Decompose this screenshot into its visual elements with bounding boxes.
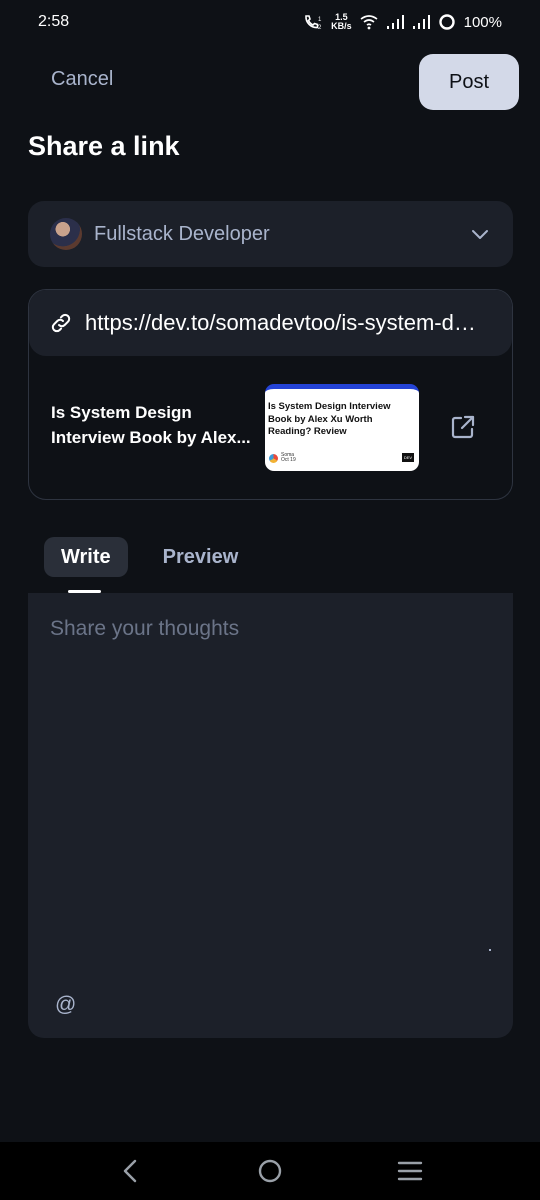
- nav-back-button[interactable]: [110, 1151, 150, 1191]
- link-preview-title: Is System Design Interview Book by Alex.…: [51, 403, 251, 447]
- signal-icon: [386, 15, 404, 29]
- svg-text:1: 1: [318, 17, 322, 23]
- dev-logo: DEV: [402, 453, 414, 462]
- mention-button[interactable]: @: [55, 993, 76, 1017]
- thumbnail-date: Oct 19: [281, 457, 296, 463]
- net-speed-unit: KB/s: [331, 21, 352, 31]
- url-input[interactable]: [85, 310, 485, 336]
- wifi-icon: [360, 15, 378, 30]
- link-icon: [51, 313, 71, 333]
- cancel-button[interactable]: Cancel: [51, 68, 113, 91]
- thoughts-textarea[interactable]: [50, 617, 490, 957]
- external-link-icon[interactable]: [449, 413, 477, 441]
- status-icons: 1 2 1.5 KB/s 100%: [303, 13, 502, 31]
- editor-tabs: Write Preview: [44, 537, 255, 593]
- home-icon: [258, 1159, 282, 1183]
- thumbnail-author: Soma Oct 19: [269, 453, 296, 463]
- tab-write[interactable]: Write: [44, 537, 128, 577]
- thumbnail-title: Is System Design Interview Book by Alex …: [268, 401, 391, 437]
- link-card: Is System Design Interview Book by Alex.…: [28, 289, 513, 500]
- battery-level: 100%: [463, 13, 502, 31]
- squad-avatar: [50, 218, 82, 250]
- back-icon: [123, 1159, 137, 1183]
- resize-handle[interactable]: [489, 949, 491, 951]
- nav-home-button[interactable]: [250, 1151, 290, 1191]
- top-bar: Cancel Post: [0, 54, 540, 110]
- call-icon: 1 2: [305, 15, 322, 30]
- menu-icon: [397, 1161, 423, 1181]
- nav-recents-button[interactable]: [390, 1151, 430, 1191]
- author-avatar: [269, 453, 278, 463]
- post-button[interactable]: Post: [419, 54, 519, 110]
- status-time: 2:58: [38, 13, 70, 30]
- comment-editor: @: [28, 593, 513, 1038]
- status-bar: 2:58 1 2 1.5 KB/s 100%: [0, 0, 540, 44]
- chevron-down-icon: [472, 230, 488, 239]
- net-speed: 1.5 KB/s: [331, 13, 352, 31]
- battery-icon: [438, 14, 455, 30]
- page-title: Share a link: [28, 131, 180, 161]
- link-thumbnail: Is System Design Interview Book by Alex …: [265, 384, 419, 471]
- tab-preview[interactable]: Preview: [146, 537, 256, 577]
- squad-name: Fullstack Developer: [94, 222, 270, 245]
- squad-selector[interactable]: Fullstack Developer: [28, 201, 513, 267]
- system-nav-bar: [0, 1142, 540, 1200]
- signal-icon: [412, 15, 430, 29]
- url-row[interactable]: [29, 290, 512, 356]
- svg-text:2: 2: [318, 25, 322, 30]
